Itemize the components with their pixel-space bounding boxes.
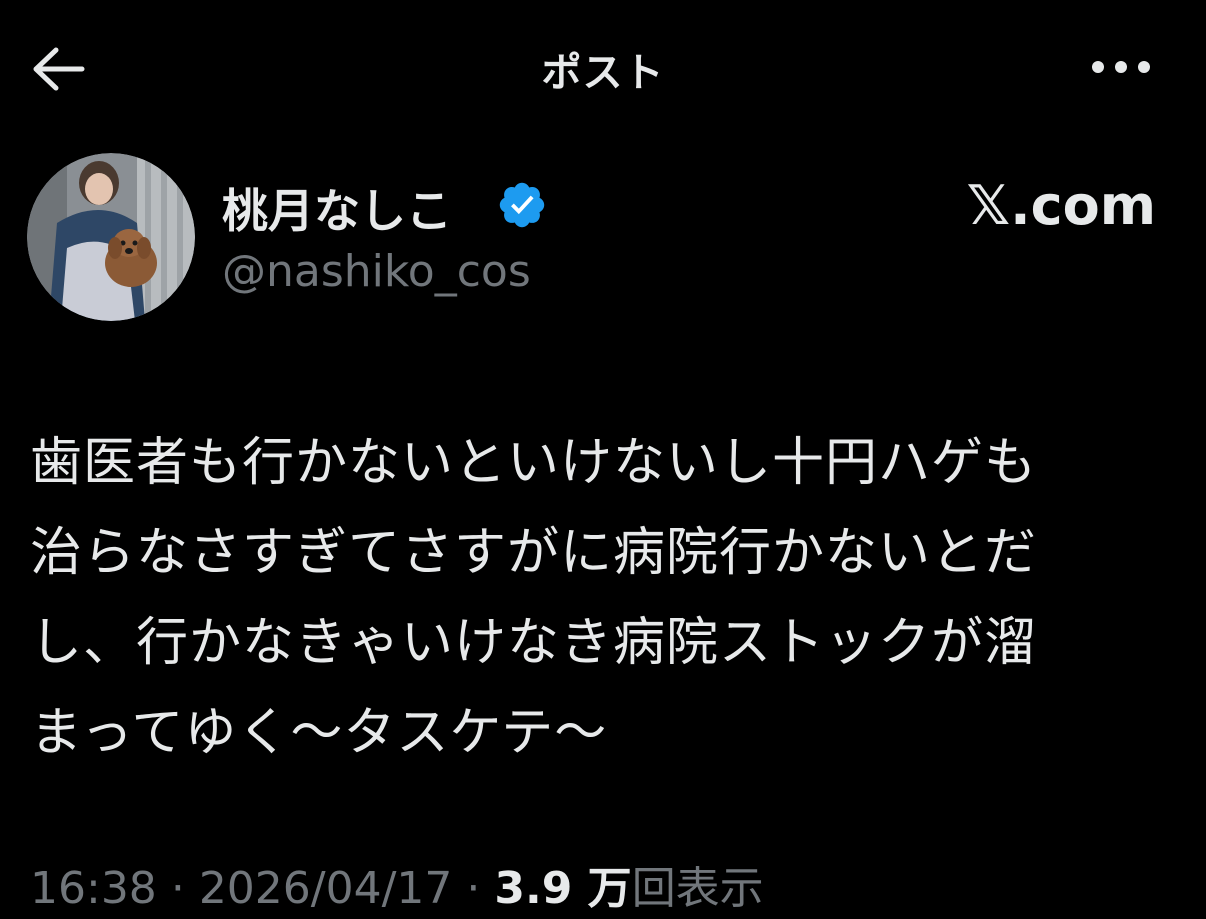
more-horizontal-icon xyxy=(1092,61,1150,73)
tweet-text: 歯医者も行かないといけないし十円ハゲも 治らなさすぎてさすがに病院行かないとだ … xyxy=(30,418,1180,778)
views-label: 回表示 xyxy=(631,863,764,914)
tweet-text-line: 歯医者も行かないといけないし十円ハゲも xyxy=(30,433,1038,493)
meta-separator: · xyxy=(170,863,185,914)
tweet-text-line: し、行かなきゃいけなき病院ストックが溜 xyxy=(30,613,1038,673)
post-time[interactable]: 16:38 xyxy=(30,863,157,914)
views-count[interactable]: 3.9 万 xyxy=(494,863,631,914)
tweet-text-line: まってゆく〜タスケテ〜 xyxy=(30,703,608,763)
top-bar: ポスト xyxy=(0,0,1206,134)
meta-separator: · xyxy=(466,863,481,914)
display-name[interactable]: 桃月なしこ xyxy=(222,175,452,241)
more-options-button[interactable] xyxy=(1086,52,1156,82)
user-handle[interactable]: @nashiko_cos xyxy=(222,246,531,297)
x-com-watermark: 𝕏.com xyxy=(966,174,1156,237)
avatar[interactable] xyxy=(27,153,195,321)
tweet-meta: 16:38 · 2026/04/17 · 3.9 万回表示 xyxy=(30,852,764,916)
verified-badge-icon xyxy=(496,179,548,231)
page-title: ポスト xyxy=(541,50,665,96)
post-date[interactable]: 2026/04/17 xyxy=(199,863,453,914)
tweet-text-line: 治らなさすぎてさすがに病院行かないとだ xyxy=(30,523,1038,583)
avatar-photo xyxy=(27,153,195,321)
